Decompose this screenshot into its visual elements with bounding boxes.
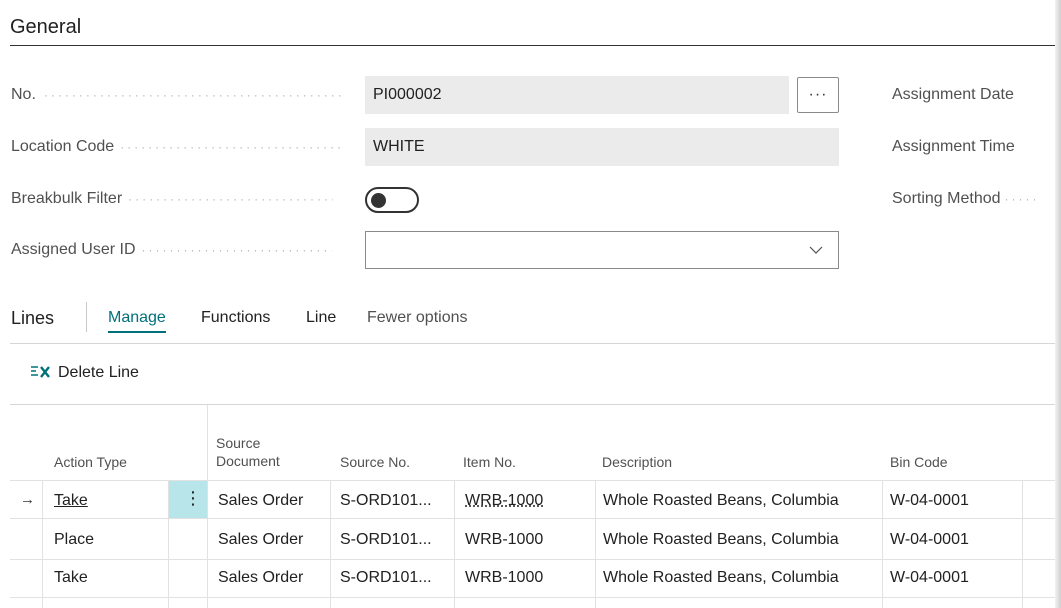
- row-2-item-no[interactable]: WRB-1000: [465, 531, 543, 549]
- page-edge-shadow: [1055, 0, 1061, 608]
- row-1-bin-code[interactable]: W-04-0001: [890, 492, 969, 510]
- row-1-source-no[interactable]: S-ORD101...: [340, 492, 432, 510]
- row-1-action-type[interactable]: Take: [54, 492, 88, 510]
- current-row-arrow-icon: →: [20, 491, 35, 508]
- lines-grid: Action Type Source Document Source No. I…: [10, 405, 1055, 608]
- tab-manage[interactable]: Manage: [108, 309, 166, 333]
- column-header-source-document[interactable]: Source Document: [216, 434, 280, 470]
- more-vertical-icon: ⋮: [184, 488, 202, 508]
- field-label-assignment-time: Assignment Time: [892, 138, 1015, 155]
- lines-separator: [86, 302, 87, 332]
- column-header-bin-code[interactable]: Bin Code: [890, 453, 948, 471]
- row-actions-menu-button[interactable]: ⋮: [169, 481, 207, 518]
- field-label-location-code: Location Code ··························…: [11, 138, 340, 155]
- column-header-action-type[interactable]: Action Type: [54, 453, 127, 471]
- row-2-description[interactable]: Whole Roasted Beans, Columbia: [603, 531, 839, 549]
- section-title-general[interactable]: General: [10, 16, 81, 39]
- page-frame: General No. ····························…: [0, 0, 1061, 608]
- breakbulk-filter-toggle[interactable]: [365, 187, 419, 213]
- assist-edit-button[interactable]: ···: [797, 77, 839, 113]
- row-3-source-no[interactable]: S-ORD101...: [340, 569, 432, 587]
- row-3-description[interactable]: Whole Roasted Beans, Columbia: [603, 569, 839, 587]
- row-2-action-type[interactable]: Place: [54, 531, 94, 549]
- row-2-source-document[interactable]: Sales Order: [218, 531, 303, 549]
- row-2-bin-code[interactable]: W-04-0001: [890, 531, 969, 549]
- tab-functions[interactable]: Functions: [201, 309, 270, 327]
- row-1-source-document[interactable]: Sales Order: [218, 492, 303, 510]
- chevron-down-icon: [809, 246, 823, 254]
- column-header-source-no[interactable]: Source No.: [340, 453, 410, 471]
- toggle-knob: [371, 193, 386, 208]
- field-label-assignment-date: Assignment Date: [892, 86, 1014, 103]
- row-1-item-no[interactable]: WRB-1000: [465, 492, 543, 510]
- assigned-user-id-select[interactable]: [365, 231, 839, 269]
- lines-title[interactable]: Lines: [11, 308, 54, 329]
- row-3-bin-code[interactable]: W-04-0001: [890, 569, 969, 587]
- row-2-source-no[interactable]: S-ORD101...: [340, 531, 432, 549]
- field-label-assigned-user-id: Assigned User ID ·······················…: [11, 241, 332, 258]
- lines-divider: [10, 343, 1055, 344]
- delete-line-label: Delete Line: [58, 364, 139, 381]
- tab-fewer-options[interactable]: Fewer options: [367, 309, 468, 327]
- row-1-description[interactable]: Whole Roasted Beans, Columbia: [603, 492, 839, 510]
- column-header-description[interactable]: Description: [602, 453, 672, 471]
- field-label-no: No. ····································…: [11, 86, 344, 103]
- row-3-source-document[interactable]: Sales Order: [218, 569, 303, 587]
- column-header-item-no[interactable]: Item No.: [463, 453, 516, 471]
- section-divider: [10, 45, 1055, 46]
- tab-line[interactable]: Line: [306, 309, 336, 327]
- field-label-sorting-method: Sorting Method ·····: [892, 190, 1035, 207]
- row-3-item-no[interactable]: WRB-1000: [465, 569, 543, 587]
- delete-line-button[interactable]: Delete Line: [30, 364, 139, 382]
- field-label-breakbulk-filter: Breakbulk Filter ·······················…: [11, 190, 333, 207]
- delete-line-icon: [31, 366, 50, 378]
- location-code-field[interactable]: WHITE: [365, 128, 839, 166]
- row-3-action-type[interactable]: Take: [54, 569, 88, 587]
- active-tab-underline: [108, 331, 166, 333]
- no-field[interactable]: PI000002: [365, 76, 789, 114]
